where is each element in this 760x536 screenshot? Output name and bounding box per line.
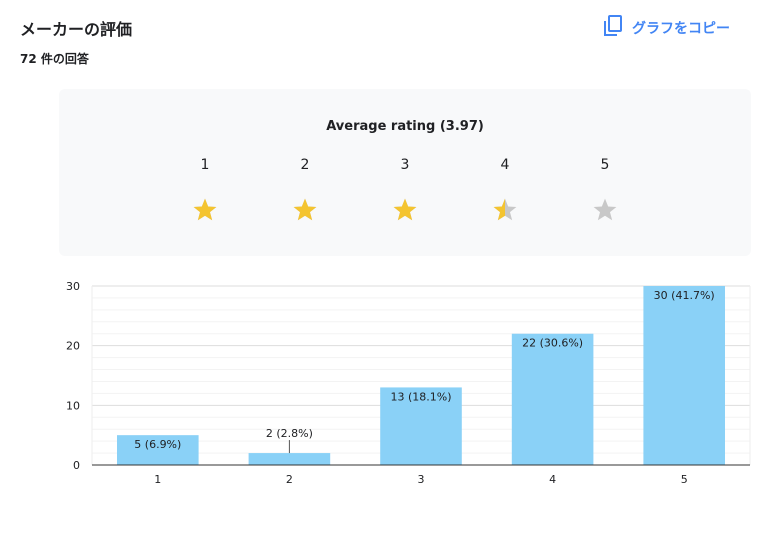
bar-data-label: 5 (6.9%): [134, 438, 181, 451]
bar-data-label: 13 (18.1%): [390, 390, 451, 403]
x-tick-label: 3: [418, 473, 425, 486]
bar-4: [511, 333, 594, 465]
x-tick-label: 4: [549, 473, 556, 486]
y-tick-label: 0: [73, 459, 80, 472]
bar-5: [643, 286, 725, 465]
y-tick-label: 30: [66, 280, 80, 293]
bar-data-label: 30 (41.7%): [654, 289, 715, 302]
bar-chart: 0 10 20 30 5 (6.9%) 1 2 (2.8%) 2 13 (18.1%) 3 22 (…: [66, 280, 751, 486]
y-tick-label: 10: [66, 399, 80, 412]
x-tick-label: 5: [681, 473, 688, 486]
bar-2: [248, 453, 331, 465]
x-tick-label: 2: [286, 473, 293, 486]
bar-data-label: 22 (30.6%): [522, 337, 583, 350]
y-tick-label: 20: [66, 340, 80, 353]
bar-data-label: 2 (2.8%): [266, 427, 313, 440]
x-tick-label: 1: [154, 473, 161, 486]
